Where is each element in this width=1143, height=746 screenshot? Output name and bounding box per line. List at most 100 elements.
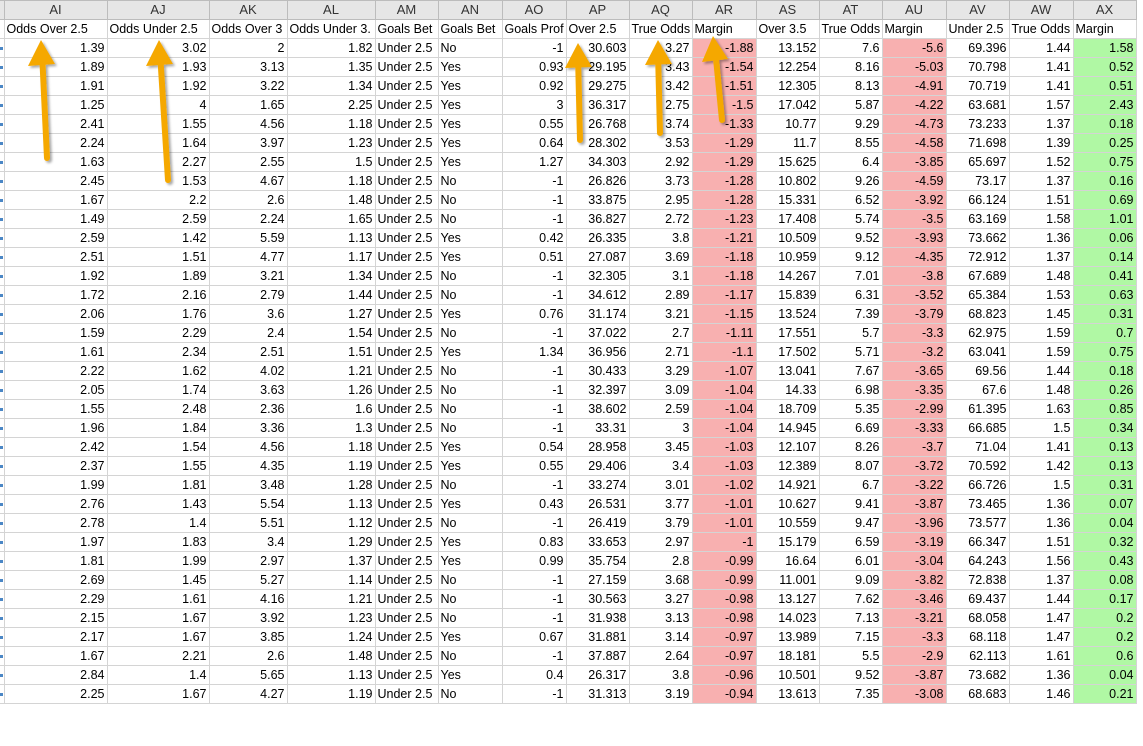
- table-cell[interactable]: -1: [501, 285, 567, 305]
- table-cell[interactable]: Under 2.5: [374, 418, 439, 438]
- table-cell[interactable]: Yes: [437, 665, 503, 685]
- table-cell[interactable]: 1.6: [286, 399, 376, 419]
- table-cell[interactable]: 0.54: [501, 437, 567, 457]
- column-letter[interactable]: AR: [691, 0, 757, 20]
- table-cell[interactable]: 17.042: [755, 95, 820, 115]
- header-cell[interactable]: Odds Under 3.: [286, 19, 376, 39]
- table-cell[interactable]: 1.51: [106, 247, 210, 267]
- table-cell[interactable]: -1: [501, 171, 567, 191]
- table-cell[interactable]: 1.53: [1008, 285, 1074, 305]
- table-cell[interactable]: 0.85: [1072, 399, 1137, 419]
- table-cell[interactable]: 1.46: [1008, 684, 1074, 704]
- table-cell[interactable]: 1.72: [3, 285, 108, 305]
- table-cell[interactable]: 0.13: [1072, 456, 1137, 476]
- table-cell[interactable]: -4.22: [881, 95, 947, 115]
- table-cell[interactable]: 2.36: [208, 399, 288, 419]
- table-cell[interactable]: 2.48: [106, 399, 210, 419]
- table-cell[interactable]: 1.52: [1008, 152, 1074, 172]
- table-cell[interactable]: 70.719: [945, 76, 1010, 96]
- table-cell[interactable]: 9.52: [818, 665, 883, 685]
- table-cell[interactable]: -1.21: [691, 228, 757, 248]
- table-cell[interactable]: 1.24: [286, 627, 376, 647]
- table-cell[interactable]: 7.6: [818, 38, 883, 58]
- table-cell[interactable]: Yes: [437, 551, 503, 571]
- table-cell[interactable]: 1.63: [3, 152, 108, 172]
- table-cell[interactable]: 1.41: [1008, 76, 1074, 96]
- table-cell[interactable]: 1.19: [286, 684, 376, 704]
- table-cell[interactable]: 5.74: [818, 209, 883, 229]
- table-cell[interactable]: 68.118: [945, 627, 1010, 647]
- table-cell[interactable]: 13.613: [755, 684, 820, 704]
- table-cell[interactable]: -1.01: [691, 494, 757, 514]
- table-cell[interactable]: 70.798: [945, 57, 1010, 77]
- table-cell[interactable]: 66.685: [945, 418, 1010, 438]
- table-cell[interactable]: -0.98: [691, 608, 757, 628]
- table-cell[interactable]: -4.35: [881, 247, 947, 267]
- table-cell[interactable]: 10.77: [755, 114, 820, 134]
- table-cell[interactable]: 3.8: [628, 665, 693, 685]
- table-cell[interactable]: 1.58: [1008, 209, 1074, 229]
- table-cell[interactable]: Under 2.5: [374, 589, 439, 609]
- table-cell[interactable]: No: [437, 323, 503, 343]
- table-cell[interactable]: 1.5: [1008, 475, 1074, 495]
- table-cell[interactable]: 1.57: [1008, 95, 1074, 115]
- table-cell[interactable]: 1.44: [1008, 589, 1074, 609]
- table-cell[interactable]: 1.25: [3, 95, 108, 115]
- table-cell[interactable]: Under 2.5: [374, 304, 439, 324]
- table-cell[interactable]: 1.56: [1008, 551, 1074, 571]
- column-letter[interactable]: AX: [1072, 0, 1137, 20]
- table-cell[interactable]: 28.958: [565, 437, 630, 457]
- table-cell[interactable]: 72.838: [945, 570, 1010, 590]
- table-cell[interactable]: -3.08: [881, 684, 947, 704]
- table-cell[interactable]: 4.27: [208, 684, 288, 704]
- table-cell[interactable]: 64.243: [945, 551, 1010, 571]
- table-cell[interactable]: 8.13: [818, 76, 883, 96]
- table-cell[interactable]: -0.96: [691, 665, 757, 685]
- table-cell[interactable]: 0.67: [501, 627, 567, 647]
- table-cell[interactable]: 3.13: [628, 608, 693, 628]
- table-cell[interactable]: 1.83: [106, 532, 210, 552]
- table-cell[interactable]: 38.602: [565, 399, 630, 419]
- table-cell[interactable]: -3.96: [881, 513, 947, 533]
- table-cell[interactable]: 13.989: [755, 627, 820, 647]
- table-cell[interactable]: -3.35: [881, 380, 947, 400]
- table-cell[interactable]: -1: [501, 38, 567, 58]
- table-cell[interactable]: 1.44: [1008, 361, 1074, 381]
- table-cell[interactable]: 2.16: [106, 285, 210, 305]
- table-cell[interactable]: Under 2.5: [374, 627, 439, 647]
- table-cell[interactable]: 3.14: [628, 627, 693, 647]
- table-cell[interactable]: 2.59: [3, 228, 108, 248]
- table-cell[interactable]: 0.21: [1072, 684, 1137, 704]
- table-cell[interactable]: 1.99: [106, 551, 210, 571]
- table-cell[interactable]: 3.77: [628, 494, 693, 514]
- table-cell[interactable]: 2.97: [628, 532, 693, 552]
- table-cell[interactable]: 5.5: [818, 646, 883, 666]
- table-cell[interactable]: Under 2.5: [374, 38, 439, 58]
- table-cell[interactable]: 4.67: [208, 171, 288, 191]
- header-cell[interactable]: Goals Bet: [374, 19, 439, 39]
- table-cell[interactable]: 0.93: [501, 57, 567, 77]
- table-cell[interactable]: 32.305: [565, 266, 630, 286]
- table-cell[interactable]: 33.653: [565, 532, 630, 552]
- table-cell[interactable]: -3.5: [881, 209, 947, 229]
- table-cell[interactable]: 1.5: [286, 152, 376, 172]
- table-cell[interactable]: 1.44: [286, 285, 376, 305]
- table-cell[interactable]: 1.19: [286, 456, 376, 476]
- table-cell[interactable]: -3.7: [881, 437, 947, 457]
- table-cell[interactable]: 63.681: [945, 95, 1010, 115]
- table-cell[interactable]: 1.39: [3, 38, 108, 58]
- table-cell[interactable]: 73.577: [945, 513, 1010, 533]
- table-cell[interactable]: 2.17: [3, 627, 108, 647]
- table-cell[interactable]: 69.56: [945, 361, 1010, 381]
- table-cell[interactable]: 71.04: [945, 437, 1010, 457]
- table-cell[interactable]: 30.563: [565, 589, 630, 609]
- table-cell[interactable]: 26.768: [565, 114, 630, 134]
- table-cell[interactable]: -5.03: [881, 57, 947, 77]
- table-cell[interactable]: 31.174: [565, 304, 630, 324]
- table-cell[interactable]: 33.274: [565, 475, 630, 495]
- column-letter[interactable]: AS: [755, 0, 820, 20]
- column-letter[interactable]: AV: [945, 0, 1010, 20]
- table-cell[interactable]: -0.94: [691, 684, 757, 704]
- table-cell[interactable]: 0.18: [1072, 361, 1137, 381]
- table-cell[interactable]: 1.45: [106, 570, 210, 590]
